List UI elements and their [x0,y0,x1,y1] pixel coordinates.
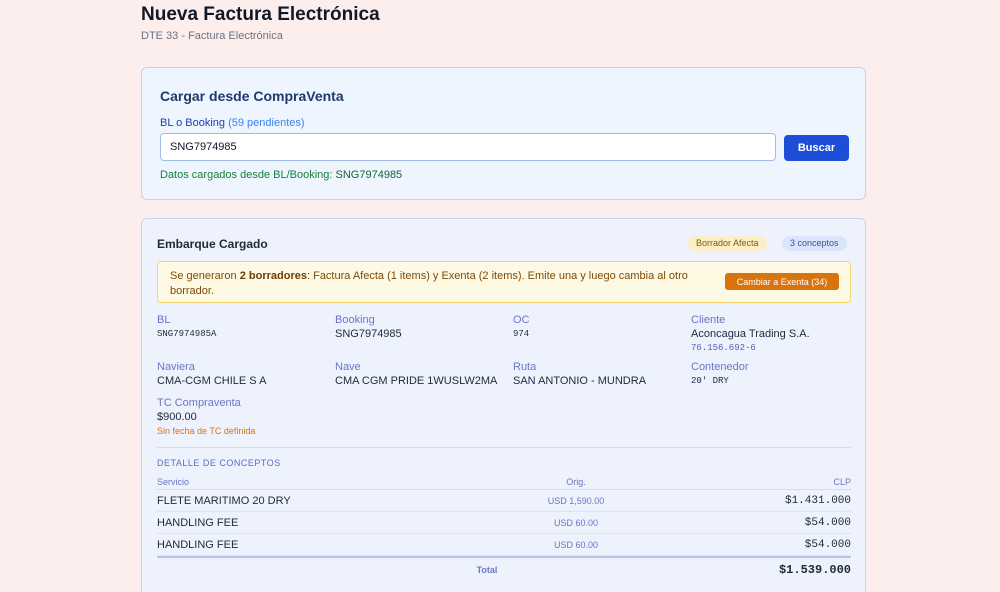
header-servicio: Servicio [157,477,190,487]
bl-booking-label: BL o Booking (59 pendientes) [160,117,305,129]
naviera-field: Naviera CMA-CGM CHILE S A [157,361,266,387]
table-row: HANDLING FEE USD 60.00 $54.000 [157,512,851,534]
total-value: $1.539.000 [778,563,851,577]
cliente-label: Cliente [691,314,726,326]
concepts-table: Servicio Orig. CLP FLETE MARITIMO 20 DRY… [157,474,851,582]
alert-prefix: Se generaron [170,270,237,282]
total-label: Total [476,565,498,575]
cliente-value: Aconcagua Trading S.A. [691,328,810,340]
ruta-field: Ruta SAN ANTONIO - MUNDRA [513,361,646,387]
loaded-message-prefix: Datos cargados desde BL/Booking: [160,169,333,181]
pending-count: (59 pendientes) [228,117,305,129]
naviera-value: CMA-CGM CHILE S A [157,375,267,387]
booking-value: SNG7974985 [335,328,402,340]
table-header: Servicio Orig. CLP [157,474,851,490]
contenedor-value: 20' DRY [691,376,729,386]
header-orig: Orig. [566,477,586,487]
table-row: FLETE MARITIMO 20 DRY USD 1,590.00 $1.43… [157,490,851,512]
table-total-row: Total $1.539.000 [157,556,851,582]
cliente-rut: 76.156.692-6 [691,343,756,353]
switch-to-exenta-button[interactable]: Cambiar a Exenta (34) [725,273,839,290]
drafts-alert: Se generaron 2 borradores: Factura Afect… [157,261,851,303]
load-card-title: Cargar desde CompraVenta [160,88,344,104]
cliente-field: Cliente Aconcagua Trading S.A. 76.156.69… [691,314,810,353]
section-divider [157,447,851,448]
row-orig: USD 1,590.00 [547,496,605,506]
oc-field: OC 974 [513,314,530,339]
table-row: HANDLING FEE USD 60.00 $54.000 [157,534,851,556]
naviera-label: Naviera [157,361,195,373]
draft-status-badge: Borrador Afecta [688,236,767,251]
row-orig: USD 60.00 [553,540,599,550]
concepts-count-badge: 3 conceptos [782,236,847,251]
row-servicio: HANDLING FEE [157,517,239,529]
header-clp: CLP [833,477,851,487]
shipment-card: Embarque Cargado Borrador Afecta 3 conce… [141,218,866,592]
page-title: Nueva Factura Electrónica [141,4,380,25]
booking-field: Booking SNG7974985 [335,314,402,340]
booking-label: Booking [335,314,375,326]
search-button[interactable]: Buscar [784,135,849,161]
shipment-title: Embarque Cargado [157,237,268,251]
alert-bold: 2 borradores [239,270,307,282]
oc-value: 974 [513,329,530,339]
ruta-label: Ruta [513,361,537,373]
page-subtitle: DTE 33 - Factura Electrónica [141,30,283,42]
row-clp: $1.431.000 [784,495,851,507]
ruta-value: SAN ANTONIO - MUNDRA [513,375,647,387]
loaded-message-value: SNG7974985 [335,169,403,181]
drafts-alert-text: Se generaron 2 borradores: Factura Afect… [170,269,710,299]
bl-label: BL [157,314,171,326]
tc-field: TC Compraventa $900.00 Sin fecha de TC d… [157,397,255,436]
oc-label: OC [513,314,530,326]
tc-value: $900.00 [157,411,197,423]
nave-value: CMA CGM PRIDE 1WUSLW2MA [335,375,498,387]
bl-value: SNG7974985A [157,329,217,339]
row-clp: $54.000 [804,517,851,529]
row-clp: $54.000 [804,539,851,551]
bl-field: BL SNG7974985A [157,314,216,339]
row-servicio: HANDLING FEE [157,539,239,551]
tc-label: TC Compraventa [157,397,241,409]
nave-label: Nave [335,361,361,373]
contenedor-label: Contenedor [691,361,749,373]
loaded-message: Datos cargados desde BL/Booking: SNG7974… [160,169,402,181]
concepts-detail-title: DETALLE DE CONCEPTOS [157,458,281,468]
row-orig: USD 60.00 [553,518,599,528]
row-servicio: FLETE MARITIMO 20 DRY [157,495,291,507]
bl-booking-label-text: BL o Booking [160,117,226,129]
load-from-compraventa-card: Cargar desde CompraVenta BL o Booking (5… [141,67,866,200]
tc-warning: Sin fecha de TC definida [157,426,256,436]
contenedor-field: Contenedor 20' DRY [691,361,749,386]
bl-booking-input[interactable] [160,133,776,161]
nave-field: Nave CMA CGM PRIDE 1WUSLW2MA [335,361,497,387]
